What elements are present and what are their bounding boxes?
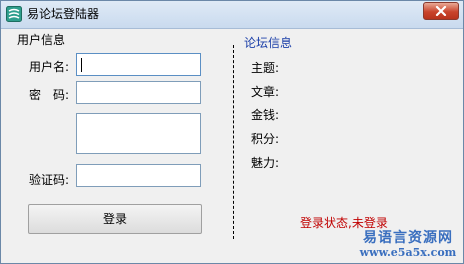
captcha-input[interactable] xyxy=(76,164,201,187)
close-button[interactable] xyxy=(423,2,459,20)
captcha-image-box[interactable] xyxy=(76,113,201,154)
forum-field-charm: 魅力: xyxy=(251,156,280,170)
forum-field-money: 金钱: xyxy=(251,108,280,122)
login-status-text: 登录状态,未登录 xyxy=(300,216,388,230)
login-button[interactable]: 登录 xyxy=(28,204,202,234)
text-caret xyxy=(81,58,82,72)
forum-info-group-label: 论坛信息 xyxy=(244,36,293,50)
username-label: 用户名: xyxy=(29,60,70,74)
window-title: 易论坛登陆器 xyxy=(27,7,100,21)
password-input[interactable] xyxy=(76,81,201,104)
forum-field-points: 积分: xyxy=(251,132,280,146)
user-info-group-label: 用户信息 xyxy=(17,33,66,47)
captcha-label: 验证码: xyxy=(29,173,70,187)
watermark-name: 易语言资源网 xyxy=(363,230,453,246)
login-window: 易论坛登陆器 用户信息 用户名: 密 码: 验证码: 登录 论坛信息 主题: 文… xyxy=(0,0,464,264)
title-bar[interactable]: 易论坛登陆器 xyxy=(1,1,463,29)
password-label: 密 码: xyxy=(29,88,70,102)
forum-field-articles: 文章: xyxy=(251,85,280,99)
username-input[interactable] xyxy=(76,53,201,76)
app-icon xyxy=(6,6,22,22)
group-divider xyxy=(233,45,234,239)
site-watermark: 易语言资源网 www.e5a5x.com xyxy=(353,230,463,259)
close-x-icon xyxy=(435,6,447,16)
forum-field-topics: 主题: xyxy=(251,61,280,75)
watermark-url: www.e5a5x.com xyxy=(359,246,457,259)
